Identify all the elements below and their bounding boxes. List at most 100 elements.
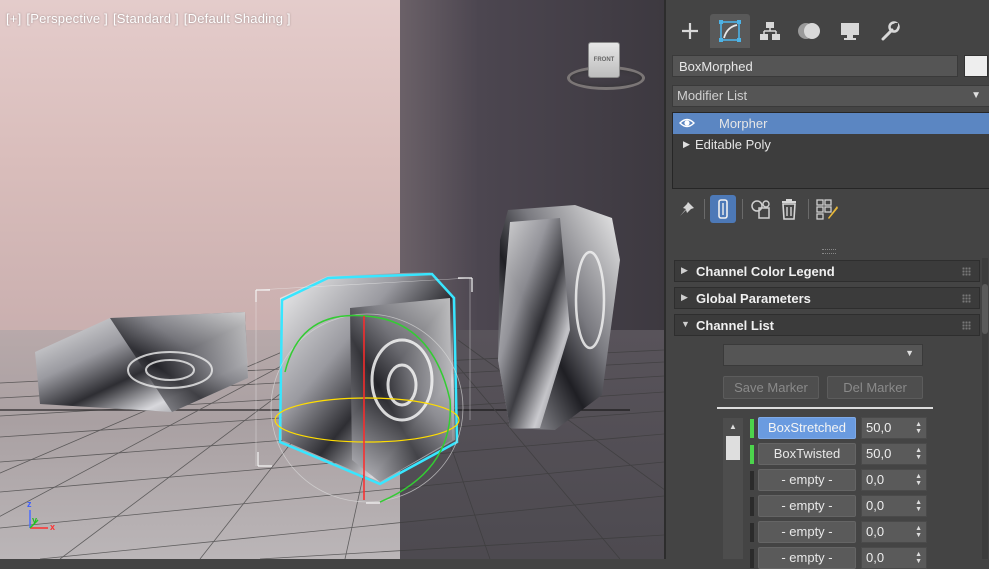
del-marker-button[interactable]: Del Marker [827, 376, 923, 399]
motion-icon [798, 23, 820, 39]
channel-button[interactable]: - empty - [758, 469, 856, 491]
channel-scrollbar[interactable]: ▲ [723, 418, 743, 559]
pin-icon [680, 202, 694, 216]
expand-arrow-icon[interactable]: ▶ [683, 134, 690, 155]
tab-create[interactable] [670, 14, 710, 48]
toolbar-separator [704, 199, 705, 219]
viewcube-cube[interactable]: FRONT [588, 42, 620, 78]
collapse-arrow-icon: ▼ [681, 319, 690, 329]
end-result-icon [718, 199, 728, 219]
viewport-mode-menu[interactable]: [Standard ] [113, 11, 179, 26]
channel-value: 0,0 [866, 550, 885, 565]
eye-icon[interactable] [679, 116, 695, 130]
modifier-list-label: Modifier List [677, 88, 748, 103]
viewport-view-menu[interactable]: [Perspective ] [26, 11, 108, 26]
scrollbar-thumb[interactable] [726, 436, 740, 460]
perspective-viewport[interactable]: [+] [Perspective ] [Standard ] [Default Sha… [0, 0, 664, 559]
channel-button[interactable]: - empty - [758, 495, 856, 517]
spinner-arrows-icon[interactable]: ▲ ▼ [915, 499, 922, 513]
spinner-arrows-icon[interactable]: ▲ ▼ [915, 525, 922, 539]
drag-handle-icon[interactable] [962, 294, 971, 303]
channel-row: - empty - 0,0 ▲ ▼ [750, 521, 930, 543]
configure-modifier-sets-button[interactable] [814, 195, 840, 223]
scroll-up-arrow-icon[interactable]: ▲ [726, 421, 740, 433]
tab-display[interactable] [830, 14, 870, 48]
viewcube[interactable]: FRONT [565, 38, 645, 92]
channel-value-spinner[interactable]: 0,0 ▲ ▼ [861, 495, 927, 517]
stack-item-label: Editable Poly [695, 137, 771, 152]
channel-row: - empty - 0,0 ▲ ▼ [750, 495, 930, 517]
axis-tripod: z y x [22, 498, 72, 538]
tab-hierarchy[interactable] [750, 14, 790, 48]
channel-value: 0,0 [866, 524, 885, 539]
channel-value-spinner[interactable]: 0,0 ▲ ▼ [861, 469, 927, 491]
stack-item-morpher[interactable]: Morpher [673, 113, 989, 134]
channel-value-spinner[interactable]: 50,0 ▲ ▼ [861, 443, 927, 465]
channel-value: 50,0 [866, 446, 892, 461]
object-name-field[interactable]: BoxMorphed [672, 55, 958, 77]
rollout-title: Channel Color Legend [696, 264, 835, 279]
modifier-stack[interactable]: Morpher ▶ Editable Poly [672, 112, 989, 189]
channel-button[interactable]: - empty - [758, 547, 856, 569]
hierarchy-icon [760, 22, 780, 40]
channel-button[interactable]: - empty - [758, 521, 856, 543]
channel-button[interactable]: BoxTwisted [758, 443, 856, 465]
toolbar-separator [742, 199, 743, 219]
spinner-arrows-icon[interactable]: ▲ ▼ [915, 447, 922, 461]
tab-utilities[interactable] [870, 14, 910, 48]
channel-button[interactable]: BoxStretched [758, 417, 856, 439]
command-panel-tabs [670, 14, 910, 48]
channel-value: 50,0 [866, 420, 892, 435]
channel-row: - empty - 0,0 ▲ ▼ [750, 469, 930, 491]
rollout-channel-list[interactable]: ▼ Channel List [674, 314, 980, 336]
rollout-title: Channel List [696, 318, 775, 333]
tab-motion[interactable] [790, 14, 830, 48]
tab-modify[interactable] [710, 14, 750, 48]
channel-active-indicator [750, 497, 754, 516]
channel-value-spinner[interactable]: 0,0 ▲ ▼ [861, 547, 927, 569]
drag-handle-icon[interactable] [962, 267, 971, 276]
expand-arrow-icon: ▶ [681, 265, 688, 275]
axis-z-label: z [27, 499, 32, 509]
toolbar-separator [808, 199, 809, 219]
spinner-arrows-icon[interactable]: ▲ ▼ [915, 551, 922, 565]
make-unique-button[interactable] [748, 195, 774, 223]
remove-modifier-button[interactable] [776, 195, 802, 223]
plus-icon [682, 23, 698, 39]
save-marker-button[interactable]: Save Marker [723, 376, 819, 399]
make-unique-icon [751, 200, 770, 219]
wrench-icon [881, 21, 900, 41]
channel-active-indicator [750, 419, 754, 438]
viewport-shading-menu[interactable]: [Default Shading ] [184, 11, 291, 26]
command-panel-scrollbar[interactable] [982, 258, 988, 559]
configure-icon [816, 199, 838, 220]
rollout-global-parameters[interactable]: ▶ Global Parameters [674, 287, 980, 309]
channel-row: BoxStretched 50,0 ▲ ▼ [750, 417, 930, 439]
channel-value: 0,0 [866, 498, 885, 513]
scrollbar-thumb[interactable] [982, 284, 988, 334]
spinner-arrows-icon[interactable]: ▲ ▼ [915, 473, 922, 487]
axis-y-label: y [32, 515, 38, 525]
viewport-plus-menu[interactable]: [+] [6, 11, 21, 26]
channel-value-spinner[interactable]: 50,0 ▲ ▼ [861, 417, 927, 439]
marker-dropdown[interactable]: ▼ [723, 344, 923, 366]
chrome-box-left [35, 312, 248, 412]
trash-icon [782, 199, 796, 220]
pin-stack-button[interactable] [674, 195, 700, 223]
stack-toolbar [672, 195, 989, 225]
object-color-swatch[interactable] [964, 55, 988, 77]
drag-handle-icon[interactable] [962, 321, 971, 330]
viewport-label[interactable]: [+] [Perspective ] [Standard ] [Default Sha… [6, 11, 296, 26]
rollout-resize-grip[interactable] [822, 249, 836, 254]
channel-value-spinner[interactable]: 0,0 ▲ ▼ [861, 521, 927, 543]
modifier-list-dropdown[interactable]: Modifier List ▼ [672, 85, 989, 107]
show-end-result-button[interactable] [710, 195, 736, 223]
dropdown-arrow-icon: ▼ [905, 348, 914, 358]
stack-item-editable-poly[interactable]: ▶ Editable Poly [673, 134, 989, 155]
display-icon [841, 23, 859, 40]
rollout-channel-color-legend[interactable]: ▶ Channel Color Legend [674, 260, 980, 282]
channel-row: - empty - 0,0 ▲ ▼ [750, 547, 930, 569]
expand-arrow-icon: ▶ [681, 292, 688, 302]
spinner-arrows-icon[interactable]: ▲ ▼ [915, 421, 922, 435]
command-panel: BoxMorphed Modifier List ▼ Morpher ▶ Edi… [664, 0, 989, 569]
